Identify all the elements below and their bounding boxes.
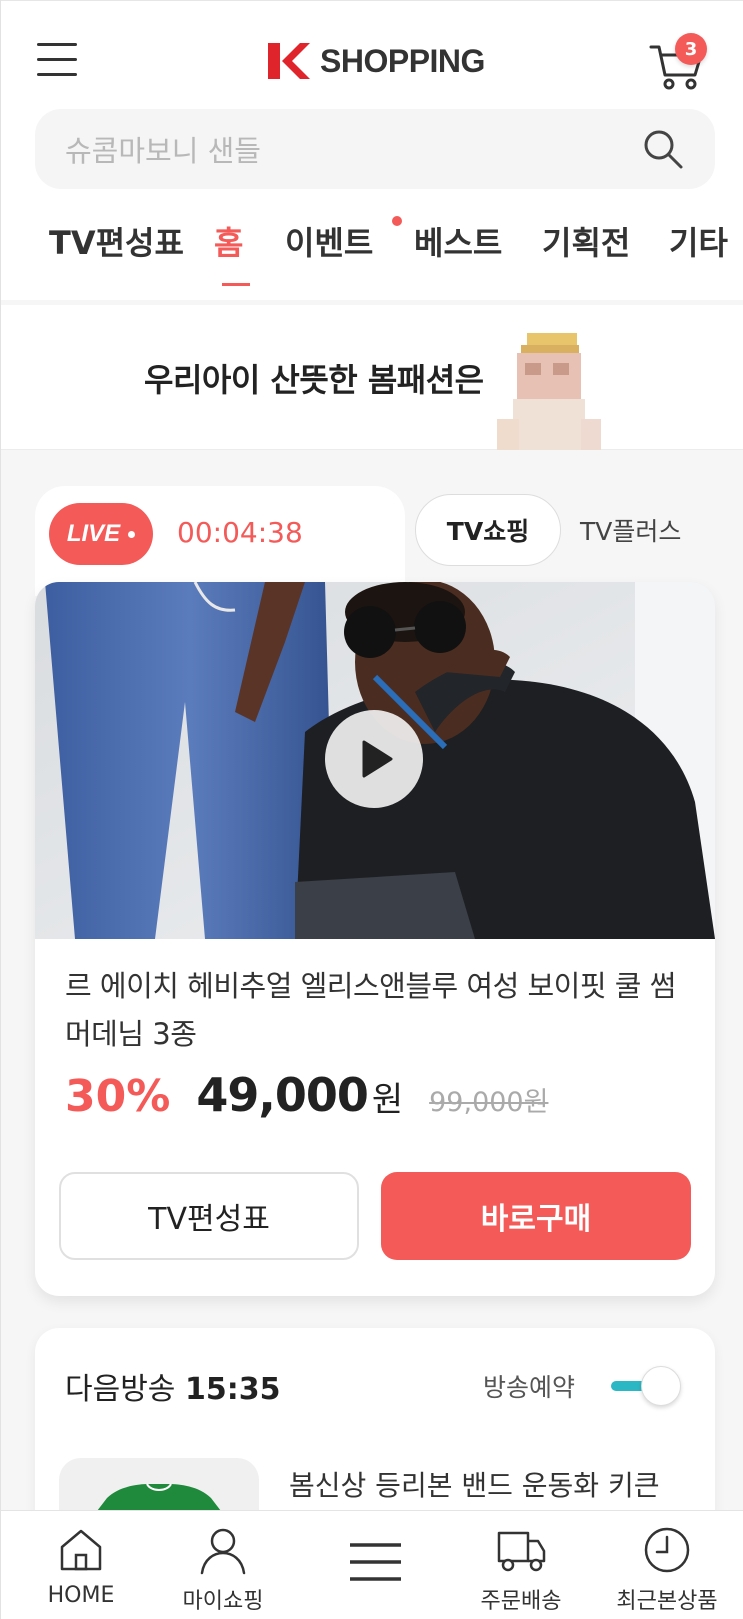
original-price: 99,000원 — [429, 1087, 549, 1118]
search-input[interactable]: 슈콤마보니 샌들 — [65, 128, 641, 170]
nav-home[interactable]: HOME — [11, 1525, 151, 1608]
active-tab-indicator — [222, 283, 250, 286]
reserve-toggle[interactable] — [609, 1366, 683, 1406]
tab-etc[interactable]: 기타 — [669, 218, 728, 264]
k-logo-icon — [268, 43, 310, 79]
buy-now-button[interactable]: 바로구매 — [381, 1172, 691, 1260]
tab-tv-plus[interactable]: TV플러스 — [580, 512, 681, 548]
live-product-body: 르 에이치 헤비추얼 엘리스앤블루 여성 보이핏 쿨 썸머데님 3종 30% 4… — [35, 582, 715, 1296]
tab-best[interactable]: 베스트 — [414, 218, 502, 264]
nav-recent-products[interactable]: 최근본상품 — [597, 1525, 737, 1615]
live-header: LIVE 00:04:38 — [35, 486, 405, 596]
logo-text: SHOPPING — [320, 42, 485, 79]
category-tabs: TV편성표 홈 이벤트 베스트 기획전 기타 — [1, 206, 743, 286]
live-video[interactable] — [35, 582, 715, 939]
live-product-name[interactable]: 르 에이치 헤비추얼 엘리스앤블루 여성 보이핏 쿨 썸머데님 3종 — [65, 962, 685, 1058]
truck-icon — [497, 1531, 546, 1572]
tab-home[interactable]: 홈 — [214, 218, 243, 264]
live-timer: 00:04:38 — [177, 516, 303, 549]
bottom-navigation: HOME 마이쇼핑 주문배송 최근본상품 — [1, 1510, 743, 1619]
tab-tv-shopping[interactable]: TV쇼핑 — [415, 494, 561, 566]
tv-schedule-button[interactable]: TV편성표 — [59, 1172, 359, 1260]
cart-button[interactable]: 3 — [649, 33, 709, 90]
next-product-name[interactable]: 봄신상 등리본 밴드 운동화 키큰 — [289, 1464, 659, 1504]
play-icon — [362, 740, 393, 778]
next-broadcast-title: 다음방송 15:35 — [65, 1372, 281, 1407]
hamburger-menu-button[interactable] — [37, 43, 81, 79]
cart-count-badge: 3 — [675, 33, 707, 65]
price-row: 30% 49,000 원 99,000원 — [65, 1068, 548, 1128]
live-broadcast-card: LIVE 00:04:38 TV쇼핑 TV플러스 르 에이치 헤비추얼 엘리스앤… — [35, 486, 715, 1296]
logo[interactable]: SHOPPING — [266, 39, 485, 83]
banner-text: 우리아이 산뜻한 봄패션은 — [144, 361, 484, 399]
child-model-image — [497, 333, 601, 450]
nav-my-shopping[interactable]: 마이쇼핑 — [153, 1525, 293, 1615]
tab-event[interactable]: 이벤트 — [285, 218, 373, 264]
person-icon — [200, 1528, 246, 1575]
new-dot-badge — [392, 216, 402, 226]
nav-order-delivery[interactable]: 주문배송 — [451, 1525, 591, 1615]
next-broadcast-time: 15:35 — [184, 1372, 281, 1407]
app-screen: SHOPPING 3 슈콤마보니 샌들 TV편성표 홈 이벤트 베스트 기획전 … — [0, 0, 743, 1619]
search-icon[interactable] — [641, 127, 685, 171]
home-icon — [60, 1529, 102, 1571]
promo-banner[interactable]: 우리아이 산뜻한 봄패션은 — [1, 305, 743, 450]
play-button[interactable] — [325, 710, 423, 808]
header: SHOPPING 3 슈콤마보니 샌들 TV편성표 홈 이벤트 베스트 기획전 … — [1, 0, 743, 300]
live-badge: LIVE — [49, 503, 153, 565]
menu-icon — [350, 1543, 401, 1581]
tab-tv-schedule[interactable]: TV편성표 — [49, 218, 184, 264]
tab-special[interactable]: 기획전 — [542, 218, 630, 264]
reserve-label: 방송예약 — [483, 1373, 576, 1402]
search-bar[interactable]: 슈콤마보니 샌들 — [35, 109, 715, 189]
clock-icon — [644, 1527, 690, 1573]
currency-unit: 원 — [371, 1080, 404, 1120]
discount-rate: 30% — [65, 1071, 171, 1122]
sale-price: 49,000 — [196, 1068, 369, 1122]
nav-menu[interactable] — [303, 1537, 443, 1587]
